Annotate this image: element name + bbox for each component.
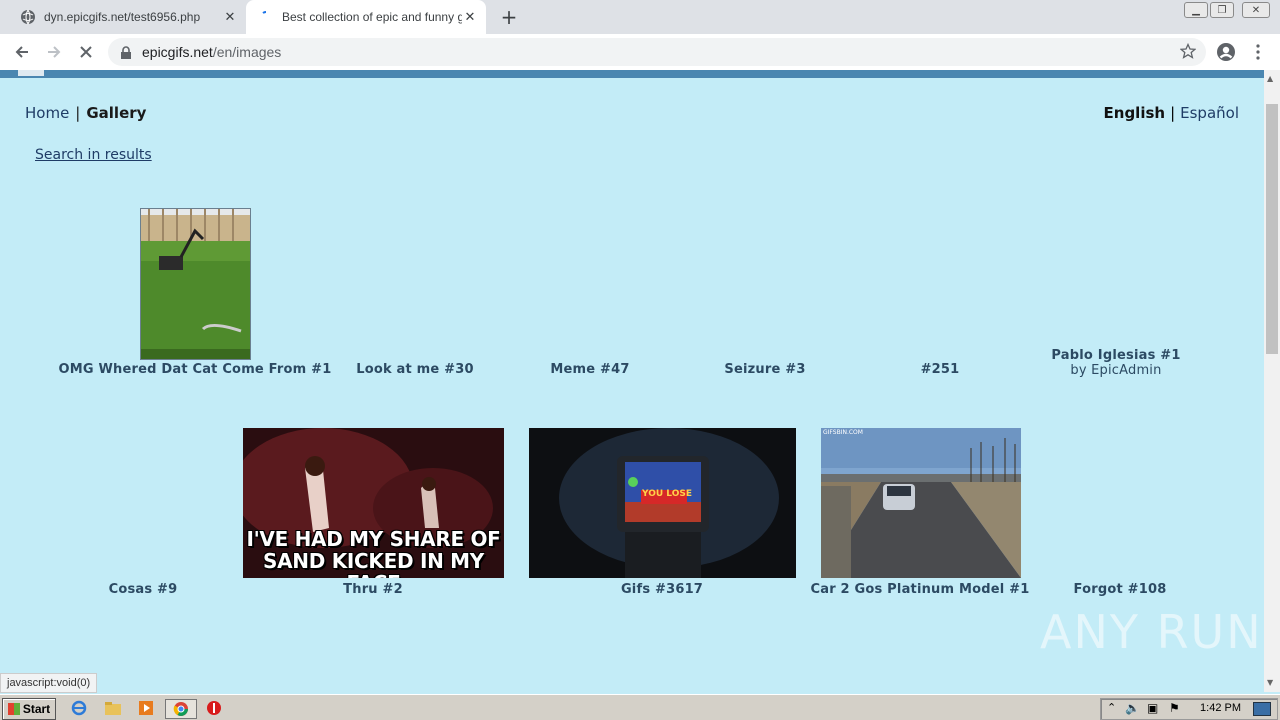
- gif-overlay-text: SAND KICKED IN MY FACE: [263, 549, 484, 578]
- gif-thumbnail-tv[interactable]: YOU LOSE: [529, 428, 796, 578]
- ie-icon[interactable]: [70, 699, 88, 717]
- gif-caption[interactable]: Cosas #9: [109, 582, 178, 597]
- start-button[interactable]: Start: [2, 698, 56, 720]
- url-host: epicgifs.net: [142, 44, 213, 60]
- tab-test-page[interactable]: dyn.epicgifs.net/test6956.php ✕: [8, 0, 246, 34]
- bookmark-star-icon[interactable]: [1179, 42, 1197, 63]
- show-desktop-icon[interactable]: [1253, 702, 1271, 716]
- separator: |: [75, 104, 81, 122]
- scrollbar-thumb[interactable]: [1266, 104, 1278, 354]
- nav-home-link[interactable]: Home: [25, 104, 69, 122]
- tab-title: Best collection of epic and funny gifs: [282, 10, 462, 24]
- separator: |: [1170, 104, 1176, 122]
- chrome-taskbar-button[interactable]: [165, 699, 197, 719]
- network-icon[interactable]: ▣: [1147, 701, 1158, 715]
- address-bar[interactable]: epicgifs.net/en/images: [108, 38, 1206, 66]
- flag-icon[interactable]: ⚑: [1169, 701, 1180, 715]
- tab-strip: dyn.epicgifs.net/test6956.php ✕ Best col…: [0, 0, 1280, 34]
- start-label: Start: [22, 702, 51, 716]
- site-header-bar: [0, 70, 1264, 78]
- url-text: epicgifs.net/en/images: [142, 44, 281, 60]
- page-content: Home | Gallery English | Español Search in r…: [0, 70, 1264, 692]
- gif-screen-text: YOU LOSE: [642, 489, 692, 499]
- url-path: /en/images: [212, 44, 282, 60]
- close-window-icon[interactable]: ✕: [1242, 2, 1270, 18]
- close-icon[interactable]: ✕: [222, 9, 238, 25]
- stop-sign-icon[interactable]: [205, 699, 223, 717]
- folder-icon[interactable]: [104, 699, 122, 717]
- gif-caption[interactable]: Look at me #30: [356, 362, 474, 377]
- lock-icon: [120, 45, 132, 64]
- site-logo[interactable]: [18, 70, 44, 76]
- gif-caption[interactable]: Meme #47: [550, 362, 629, 377]
- anyrun-watermark: ANY RUN: [1040, 605, 1263, 659]
- tray-expand-icon[interactable]: ⌃: [1107, 701, 1116, 714]
- gif-caption[interactable]: Forgot #108: [1074, 582, 1167, 597]
- gif-caption[interactable]: Thru #2: [343, 582, 403, 597]
- language-switcher: English | Español: [1104, 104, 1239, 122]
- gif-caption[interactable]: Gifs #3617: [621, 582, 703, 597]
- stop-icon[interactable]: [76, 42, 96, 62]
- gif-caption[interactable]: Car 2 Gos Platinum Model #1: [810, 582, 1029, 597]
- author-byline[interactable]: by EpicAdmin: [1051, 363, 1180, 378]
- gif-corner-text: GIFSBIN.COM: [823, 429, 863, 436]
- gif-caption[interactable]: OMG Whered Dat Cat Come From #1: [59, 362, 332, 377]
- gif-thumbnail-lawnmower[interactable]: [140, 208, 251, 360]
- new-tab-button[interactable]: +: [498, 5, 520, 29]
- gif-thumbnail-concert[interactable]: I'VE HAD MY SHARE OF SAND KICKED IN MY F…: [243, 428, 504, 578]
- forward-icon[interactable]: [44, 42, 64, 62]
- back-icon[interactable]: [12, 42, 32, 62]
- gif-overlay-text: I'VE HAD MY SHARE OF: [246, 527, 501, 551]
- minimize-icon[interactable]: ▁: [1184, 2, 1208, 18]
- scroll-up-icon[interactable]: ▲: [1267, 74, 1273, 83]
- nav-gallery: Gallery: [86, 104, 147, 122]
- globe-icon: [20, 9, 36, 25]
- system-tray: ⌃ 🔈 ▣ ⚑ 1:42 PM: [1100, 698, 1278, 720]
- profile-icon[interactable]: [1216, 42, 1236, 62]
- loading-icon: [258, 9, 274, 25]
- gif-caption[interactable]: #251: [921, 362, 960, 377]
- search-in-results-link[interactable]: Search in results: [35, 147, 152, 163]
- windows-taskbar: Start ⌃ 🔈 ▣ ⚑ 1:42 PM: [0, 694, 1280, 720]
- gif-thumbnail-car[interactable]: GIFSBIN.COM: [821, 428, 1021, 578]
- windows-logo-icon: [7, 703, 20, 715]
- scroll-down-icon[interactable]: ▼: [1267, 678, 1273, 687]
- gif-caption-block: Pablo Iglesias #1 by EpicAdmin: [1051, 348, 1180, 378]
- clock[interactable]: 1:42 PM: [1200, 702, 1241, 714]
- gif-caption[interactable]: Seizure #3: [724, 362, 805, 377]
- tab-title: dyn.epicgifs.net/test6956.php: [44, 10, 201, 24]
- menu-kebab-icon[interactable]: [1248, 42, 1268, 62]
- breadcrumb: Home | Gallery: [25, 104, 146, 122]
- chrome-icon: [173, 702, 188, 716]
- close-icon[interactable]: ✕: [462, 9, 478, 25]
- media-player-icon[interactable]: [137, 699, 155, 717]
- vertical-scrollbar[interactable]: ▲ ▼: [1264, 70, 1280, 692]
- gif-caption[interactable]: Pablo Iglesias #1: [1051, 348, 1180, 363]
- restore-icon[interactable]: ❐: [1210, 2, 1234, 18]
- browser-toolbar: epicgifs.net/en/images: [0, 34, 1280, 70]
- volume-icon[interactable]: 🔈: [1125, 701, 1140, 715]
- lang-english: English: [1103, 104, 1166, 122]
- status-bar: javascript:void(0): [0, 673, 98, 693]
- lang-espanol-link[interactable]: Español: [1180, 104, 1239, 122]
- tab-epicgifs[interactable]: Best collection of epic and funny gifs ✕: [246, 0, 486, 34]
